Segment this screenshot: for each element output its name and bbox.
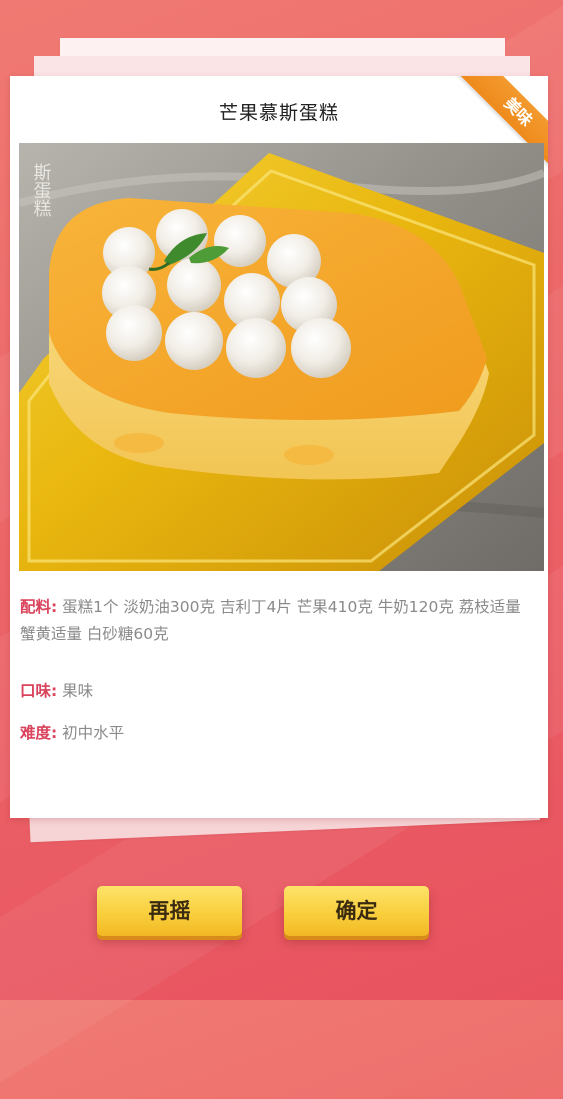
difficulty-value: 初中水平 (62, 724, 125, 742)
taste-value: 果味 (62, 682, 94, 700)
taste-row: 口味: 果味 (20, 678, 93, 705)
recipe-photo: 斯蛋糕 (19, 143, 544, 571)
recipe-details: 配料: 蛋糕1个 淡奶油300克 吉利丁4片 芒果410克 牛奶120克 荔枝适… (20, 594, 538, 742)
difficulty-label: 难度: (20, 724, 58, 742)
ingredients-label: 配料: (20, 598, 58, 616)
recipe-card: 芒果慕斯蛋糕 美味 斯蛋糕 配料: 蛋糕1个 淡奶油300克 吉利丁4片 芒果4… (10, 76, 548, 818)
confirm-button[interactable]: 确定 (284, 886, 429, 936)
ingredients-value: 蛋糕1个 淡奶油300克 吉利丁4片 芒果410克 牛奶120克 荔枝适量 蟹黄… (20, 598, 521, 643)
taste-label: 口味: (20, 682, 58, 700)
reshake-button[interactable]: 再摇 (97, 886, 242, 936)
svg-text:斯蛋糕: 斯蛋糕 (31, 163, 52, 217)
ingredients-row: 配料: 蛋糕1个 淡奶油300克 吉利丁4片 芒果410克 牛奶120克 荔枝适… (20, 594, 538, 648)
cake-image (19, 143, 544, 571)
tag-ribbon-label: 美味 (500, 93, 537, 130)
difficulty-row: 难度: 初中水平 (20, 720, 124, 747)
recipe-title: 芒果慕斯蛋糕 (218, 102, 339, 124)
photo-watermark: 斯蛋糕 (31, 163, 52, 217)
